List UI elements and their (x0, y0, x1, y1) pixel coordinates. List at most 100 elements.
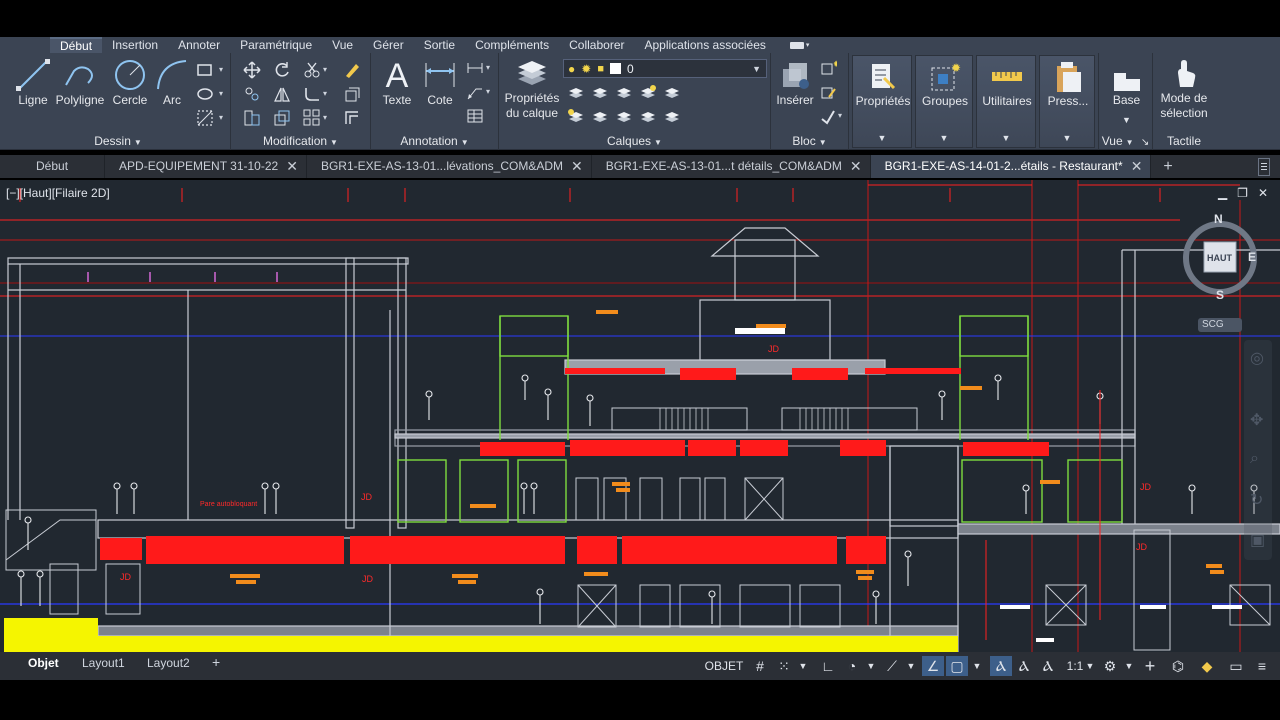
isodraft-dropdown-icon[interactable]: ▼ (904, 656, 918, 676)
arc-button[interactable]: Arc (152, 57, 192, 108)
model-space-button[interactable]: OBJET (704, 656, 744, 676)
file-tab-3[interactable]: BGR1-EXE-AS-13-01...t détails_COM&ADM ✕ (592, 155, 871, 178)
new-tab-button[interactable]: + (1151, 155, 1184, 178)
fillet-icon[interactable] (303, 85, 321, 103)
scale-icon[interactable] (273, 109, 291, 127)
panel-calques-title[interactable]: Calques ▼ (499, 134, 770, 148)
steering-wheel-icon[interactable]: ◎ (1250, 348, 1264, 368)
layer-tool-9-icon[interactable] (639, 107, 657, 125)
cercle-button[interactable]: Cercle (110, 57, 150, 108)
tab-start[interactable]: Début (0, 155, 106, 178)
close-icon[interactable]: ✕ (850, 155, 862, 178)
viewport-controls-label[interactable]: [−][Haut][Filaire 2D] (6, 186, 110, 200)
customize-menu-icon[interactable]: ≡ (1252, 656, 1272, 676)
layer-tool-3-icon[interactable] (615, 83, 633, 101)
polar-dropdown-icon[interactable]: ▼ (864, 656, 878, 676)
rotate-icon[interactable] (273, 61, 291, 79)
close-icon[interactable]: ✕ (1258, 186, 1268, 200)
presse-papiers-button[interactable]: Press... ▼ (1039, 55, 1095, 148)
tab-insertion[interactable]: Insertion (102, 37, 168, 53)
panel-annotation-title[interactable]: Annotation ▼ (371, 134, 498, 148)
gear-icon[interactable]: ⚙ (1100, 656, 1120, 676)
restore-icon[interactable]: ❐ (1237, 186, 1248, 200)
viewcube-south[interactable]: S (1216, 288, 1224, 302)
panel-dessin-title[interactable]: Dessin ▼ (6, 134, 230, 148)
annotation-scale-icon[interactable]: Ⲁ (1038, 656, 1058, 676)
tab-gerer[interactable]: Gérer (363, 37, 414, 53)
ribbon-minimize-icon[interactable]: ▾ (789, 40, 812, 50)
layer-tool-8-icon[interactable] (615, 107, 633, 125)
boundary-icon[interactable] (196, 109, 214, 127)
rectangle-dropdown-icon[interactable]: ▾ (219, 65, 223, 74)
leader-dropdown-icon[interactable]: ▾ (486, 87, 490, 96)
panel-bloc-title[interactable]: Bloc ▼ (771, 134, 848, 148)
ortho-icon[interactable]: ∟ (818, 656, 838, 676)
layer-tool-6-icon[interactable] (567, 107, 585, 125)
mirror-icon[interactable] (273, 85, 291, 103)
file-tab-4[interactable]: BGR1-EXE-AS-14-01-2...étails - Restauran… (870, 155, 1152, 178)
grid-icon[interactable]: # (750, 656, 770, 676)
tab-complements[interactable]: Compléments (465, 37, 559, 53)
layer-tool-4-icon[interactable] (639, 83, 657, 101)
hardware-acceleration-icon[interactable]: ◆ (1196, 656, 1218, 676)
annotation-scale-value[interactable]: 1:1 (1064, 656, 1086, 676)
snap-dropdown-icon[interactable]: ▼ (796, 656, 810, 676)
plus-icon[interactable]: + (1140, 656, 1160, 676)
array-dropdown-icon[interactable]: ▾ (323, 113, 327, 122)
layout-tab-2[interactable]: Layout2 (147, 656, 190, 670)
copy-icon[interactable] (243, 85, 261, 103)
stretch-icon[interactable] (243, 109, 261, 127)
trim-dropdown-icon[interactable]: ▾ (323, 65, 327, 74)
layout-tab-1[interactable]: Layout1 (82, 656, 125, 670)
tab-vue[interactable]: Vue (322, 37, 363, 53)
clean-screen-icon[interactable]: ▭ (1226, 656, 1246, 676)
isolate-objects-icon[interactable]: ⌬ (1168, 656, 1188, 676)
ligne-button[interactable]: Ligne (12, 57, 54, 108)
mode-selection-button[interactable]: Mode de sélection (1153, 57, 1215, 121)
hatch-dropdown-icon[interactable]: ▾ (219, 113, 223, 122)
file-tab-2[interactable]: BGR1-EXE-AS-13-01...lévations_COM&ADM ✕ (307, 155, 592, 178)
minimize-icon[interactable]: ▁ (1218, 186, 1227, 200)
viewcube-north[interactable]: N (1214, 212, 1223, 226)
auto-scale-icon[interactable]: Ⲁ (1014, 656, 1034, 676)
tab-annoter[interactable]: Annoter (168, 37, 230, 53)
trim-icon[interactable] (303, 61, 321, 79)
tab-parametrique[interactable]: Paramétrique (230, 37, 322, 53)
ellipse-dropdown-icon[interactable]: ▾ (219, 89, 223, 98)
scale-dropdown-icon[interactable]: ▼ (1084, 656, 1096, 676)
table-icon[interactable] (466, 107, 484, 125)
tab-sortie[interactable]: Sortie (414, 37, 465, 53)
zoom-icon[interactable]: ⌕ (1250, 450, 1259, 468)
viewcube[interactable]: N S E HAUT (1178, 210, 1260, 302)
array-icon[interactable] (303, 109, 321, 127)
orbit-icon[interactable]: ↻ (1250, 490, 1263, 510)
attribute-dropdown-icon[interactable]: ▾ (838, 111, 842, 120)
annotation-visibility-icon[interactable]: Ⲁ (990, 656, 1012, 676)
snap-icon[interactable]: ⁙ (774, 656, 794, 676)
close-icon[interactable]: ✕ (286, 155, 298, 178)
panel-vue-title[interactable]: Vue ▼ ↘ (1099, 134, 1152, 148)
osnap-icon[interactable]: ▢ (946, 656, 968, 676)
inserer-button[interactable]: Insérer (773, 57, 817, 108)
tab-overflow-icon[interactable] (1258, 157, 1270, 176)
tab-applications-associees[interactable]: Applications associées (634, 37, 775, 53)
file-tab-1[interactable]: APD-EQUIPEMENT 31-10-22 ✕ (105, 155, 307, 178)
hatch-icon[interactable] (196, 85, 214, 103)
explode-icon[interactable] (343, 85, 361, 103)
edit-block-icon[interactable] (819, 83, 837, 101)
object-snap-tracking-icon[interactable]: ∠ (922, 656, 944, 676)
layer-tool-5-icon[interactable] (663, 83, 681, 101)
base-button[interactable]: Base (1099, 65, 1154, 108)
layer-dropdown[interactable]: ● ✹ ■ 0 ▼ (563, 59, 767, 78)
layer-tool-10-icon[interactable] (663, 107, 681, 125)
rectangle-icon[interactable] (196, 61, 214, 79)
layer-properties-button[interactable]: Propriétés du calque (501, 57, 563, 121)
tab-collaborer[interactable]: Collaborer (559, 37, 634, 53)
showmotion-icon[interactable]: ▣ (1250, 530, 1265, 550)
pan-icon[interactable]: ✥ (1250, 410, 1263, 430)
leader-icon[interactable] (466, 83, 484, 101)
groupes-button[interactable]: ✹ Groupes ▼ (915, 55, 973, 148)
base-dropdown-icon[interactable]: ▼ (1099, 115, 1154, 125)
workspace-dropdown-icon[interactable]: ▼ (1122, 656, 1136, 676)
linear-dim-icon[interactable] (466, 59, 484, 77)
